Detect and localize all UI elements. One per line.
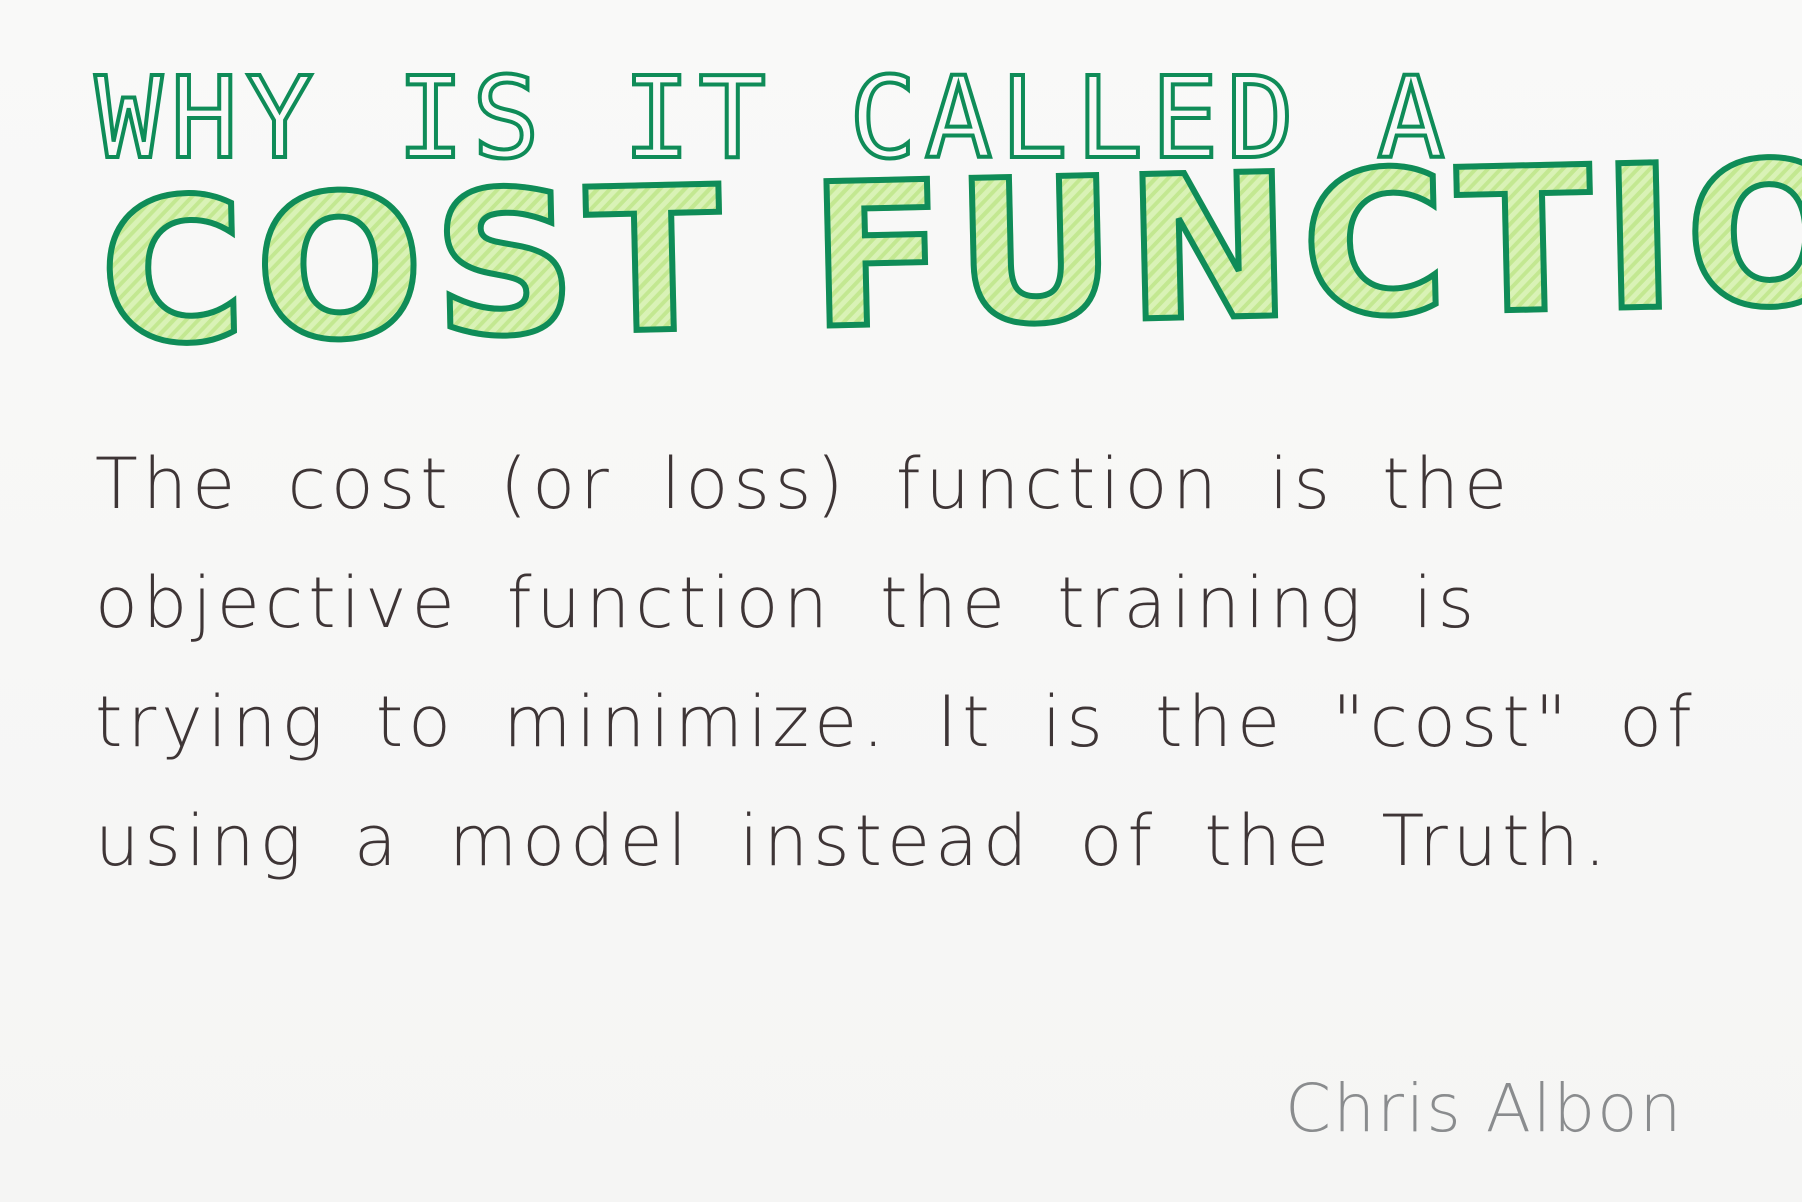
author-signature: Chris Albon: [1285, 1070, 1684, 1147]
flashcard: WHY IS IT CALLED A COST FUNCTION The cos…: [0, 0, 1802, 1202]
headline-title: COST FUNCTION: [94, 111, 1802, 392]
definition-text: The cost (or loss) function is the objec…: [95, 443, 1697, 882]
